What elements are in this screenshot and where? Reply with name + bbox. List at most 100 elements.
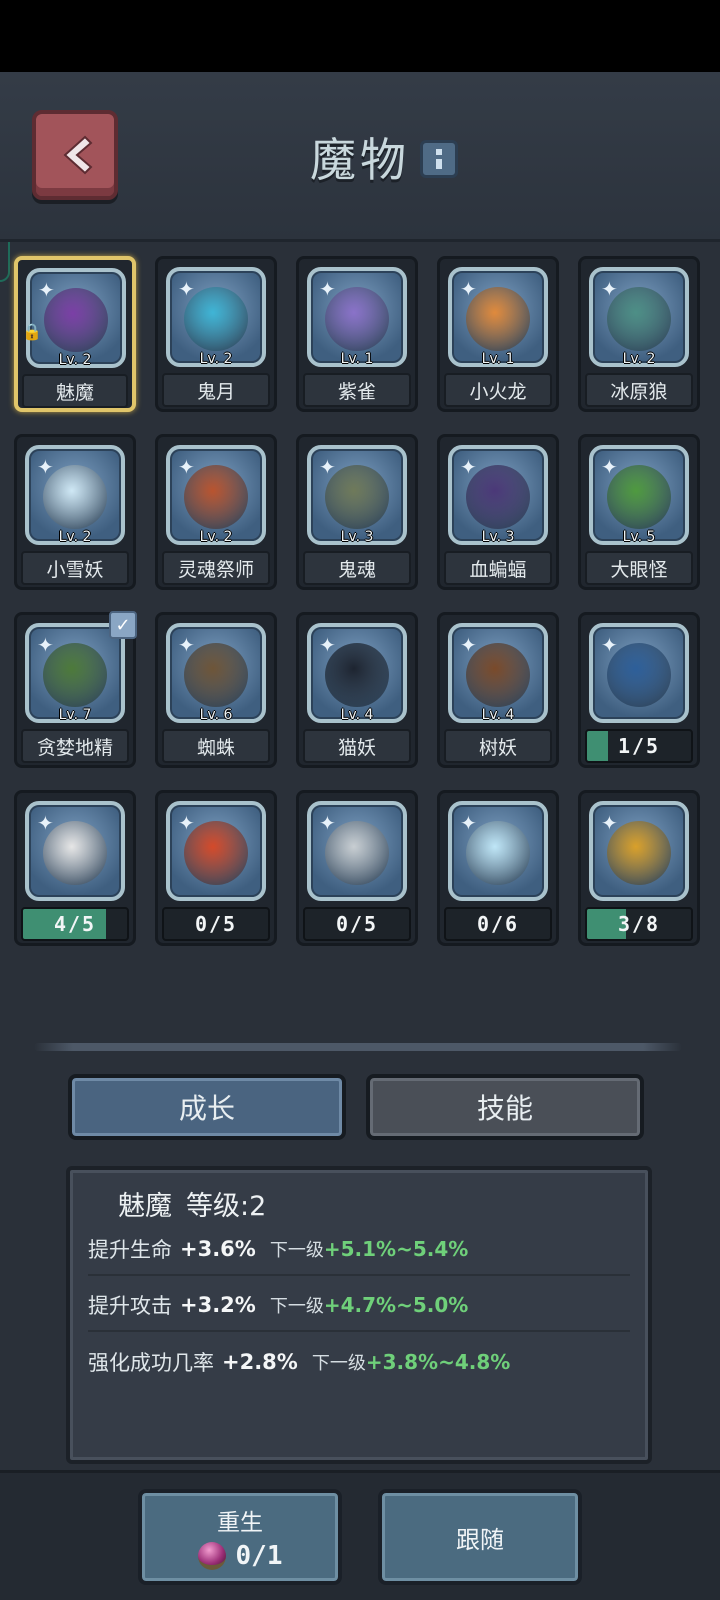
monster-sprite	[325, 286, 389, 351]
monster-sprite	[43, 464, 107, 529]
stat-value: +3.6%	[180, 1237, 256, 1261]
rebirth-label: 重生	[217, 1510, 263, 1536]
divider	[34, 1043, 682, 1051]
monster-card[interactable]: ✦ Lv. 2 冰原狼	[578, 256, 700, 412]
stat-value: +2.8%	[222, 1350, 298, 1374]
monster-sprite	[184, 464, 248, 529]
monster-sprite	[607, 286, 671, 351]
monster-portrait: ✦	[448, 801, 548, 901]
monster-name: 鬼魂	[303, 551, 411, 585]
tab-growth[interactable]: 成长	[68, 1074, 346, 1140]
collect-progress-bar: 0/5	[162, 907, 270, 941]
monster-card[interactable]: ✦ Lv. 2 鬼月	[155, 256, 277, 412]
monster-level: Lv. 4	[481, 707, 515, 723]
monster-sprite	[43, 642, 107, 707]
page-title: 魔物	[310, 133, 410, 187]
monster-level: Lv. 1	[481, 351, 515, 367]
monster-sprite	[325, 642, 389, 707]
monster-portrait: ✦	[166, 801, 266, 901]
progress-text: 0/6	[476, 912, 520, 936]
detail-level: 等级:2	[186, 1191, 267, 1222]
info-button[interactable]	[420, 140, 458, 178]
progress-text: 0/5	[194, 912, 238, 936]
next-level-value: +3.8%~4.8%	[365, 1350, 511, 1374]
next-level-value: +4.7%~5.0%	[323, 1293, 469, 1317]
monster-sprite	[466, 642, 530, 707]
detail-monster-name: 魅魔	[118, 1191, 172, 1222]
header: 魔物	[0, 72, 720, 242]
monster-level: Lv. 6	[199, 707, 233, 723]
monster-name: 猫妖	[303, 729, 411, 763]
follow-button[interactable]: 跟随	[378, 1489, 582, 1585]
monster-sprite	[466, 820, 530, 885]
progress-text: 0/5	[335, 912, 379, 936]
progress-text: 3/8	[617, 912, 661, 936]
monster-sprite	[184, 820, 248, 885]
monster-card[interactable]: ✦ Lv. 4 猫妖	[296, 612, 418, 768]
monster-card[interactable]: ✦ Lv. 6 蜘蛛	[155, 612, 277, 768]
monster-card[interactable]: ✦ 0/5	[155, 790, 277, 946]
monster-level: Lv. 4	[340, 707, 374, 723]
monster-sprite	[325, 820, 389, 885]
monster-name: 灵魂祭师	[162, 551, 270, 585]
info-icon	[436, 149, 442, 155]
monster-name: 树妖	[444, 729, 552, 763]
detail-title: 魅魔 等级:2	[118, 1184, 266, 1223]
soul-orb-icon	[197, 1542, 226, 1570]
monster-card[interactable]: ✦ Lv. 4 树妖	[437, 612, 559, 768]
monster-card[interactable]: ✦ 4/5	[14, 790, 136, 946]
stat-row: 提升攻击 +3.2% 下一级 +4.7%~5.0%	[88, 1280, 630, 1332]
monster-card[interactable]: ✦ Lv. 2 灵魂祭师	[155, 434, 277, 590]
monster-portrait: ✦	[589, 801, 689, 901]
monster-card[interactable]: ✦ Lv. 5 大眼怪	[578, 434, 700, 590]
monster-sprite	[466, 286, 530, 351]
monster-level: Lv. 3	[481, 529, 515, 545]
monster-name: 冰原狼	[585, 373, 693, 407]
next-level-label: 下一级	[311, 1353, 366, 1374]
monster-card[interactable]: ✦ Lv. 1 紫雀	[296, 256, 418, 412]
monster-card[interactable]: ✦ Lv. 2 魅魔 🔒	[14, 256, 136, 412]
status-bar	[0, 0, 720, 72]
stat-value: +3.2%	[180, 1293, 256, 1317]
monster-card[interactable]: ✦ Lv. 2 小雪妖	[14, 434, 136, 590]
stat-label: 提升生命	[88, 1238, 172, 1262]
monster-grid: ✦ Lv. 2 魅魔 🔒 ✦ Lv. 2 鬼月 ✦ Lv. 1 紫雀 ✦ Lv. 1 小火龙 ✦ Lv. 2…	[14, 256, 710, 946]
monster-name: 血蝙蝠	[444, 551, 552, 585]
monster-name: 小火龙	[444, 373, 552, 407]
monster-level: Lv. 2	[199, 351, 233, 367]
monster-sprite	[43, 820, 107, 885]
monster-card[interactable]: ✦ 3/8	[578, 790, 700, 946]
monster-card[interactable]: ✦ Lv. 1 小火龙	[437, 256, 559, 412]
stat-row: 强化成功几率 +2.8% 下一级 +3.8%~4.8%	[88, 1336, 630, 1388]
monster-level: Lv. 7	[58, 707, 92, 723]
check-icon: ✓	[109, 611, 137, 639]
monster-sprite	[184, 286, 248, 351]
monster-portrait: ✦	[25, 801, 125, 901]
monster-sprite	[325, 464, 389, 529]
monster-level: Lv. 2	[58, 529, 92, 545]
monster-sprite	[184, 642, 248, 707]
monster-card[interactable]: ✦ 1/5	[578, 612, 700, 768]
monster-name: 小雪妖	[21, 551, 129, 585]
stat-row: 提升生命 +3.6% 下一级 +5.1%~5.4%	[88, 1224, 630, 1276]
collect-progress-bar: 3/8	[585, 907, 693, 941]
monster-sprite	[44, 287, 108, 352]
monster-portrait: ✦	[589, 623, 689, 723]
collect-progress-bar: 1/5	[585, 729, 693, 763]
collect-progress-bar: 0/6	[444, 907, 552, 941]
monster-level: Lv. 5	[622, 529, 656, 545]
rebirth-button[interactable]: 重生 0/1	[138, 1489, 342, 1585]
monster-sprite	[607, 464, 671, 529]
monster-card[interactable]: ✦ 0/5	[296, 790, 418, 946]
monster-sprite	[607, 642, 671, 707]
next-level-label: 下一级	[269, 1240, 324, 1261]
monster-card[interactable]: ✦ Lv. 3 鬼魂	[296, 434, 418, 590]
monster-sprite	[466, 464, 530, 529]
footer: 重生 0/1 跟随	[0, 1470, 720, 1600]
tab-skills[interactable]: 技能	[366, 1074, 644, 1140]
monster-card[interactable]: ✦ Lv. 7 贪婪地精 ✓	[14, 611, 137, 768]
monster-card[interactable]: ✦ Lv. 3 血蝙蝠	[437, 434, 559, 590]
collect-progress-bar: 4/5	[21, 907, 129, 941]
monster-card[interactable]: ✦ 0/6	[437, 790, 559, 946]
monster-name: 大眼怪	[585, 551, 693, 585]
